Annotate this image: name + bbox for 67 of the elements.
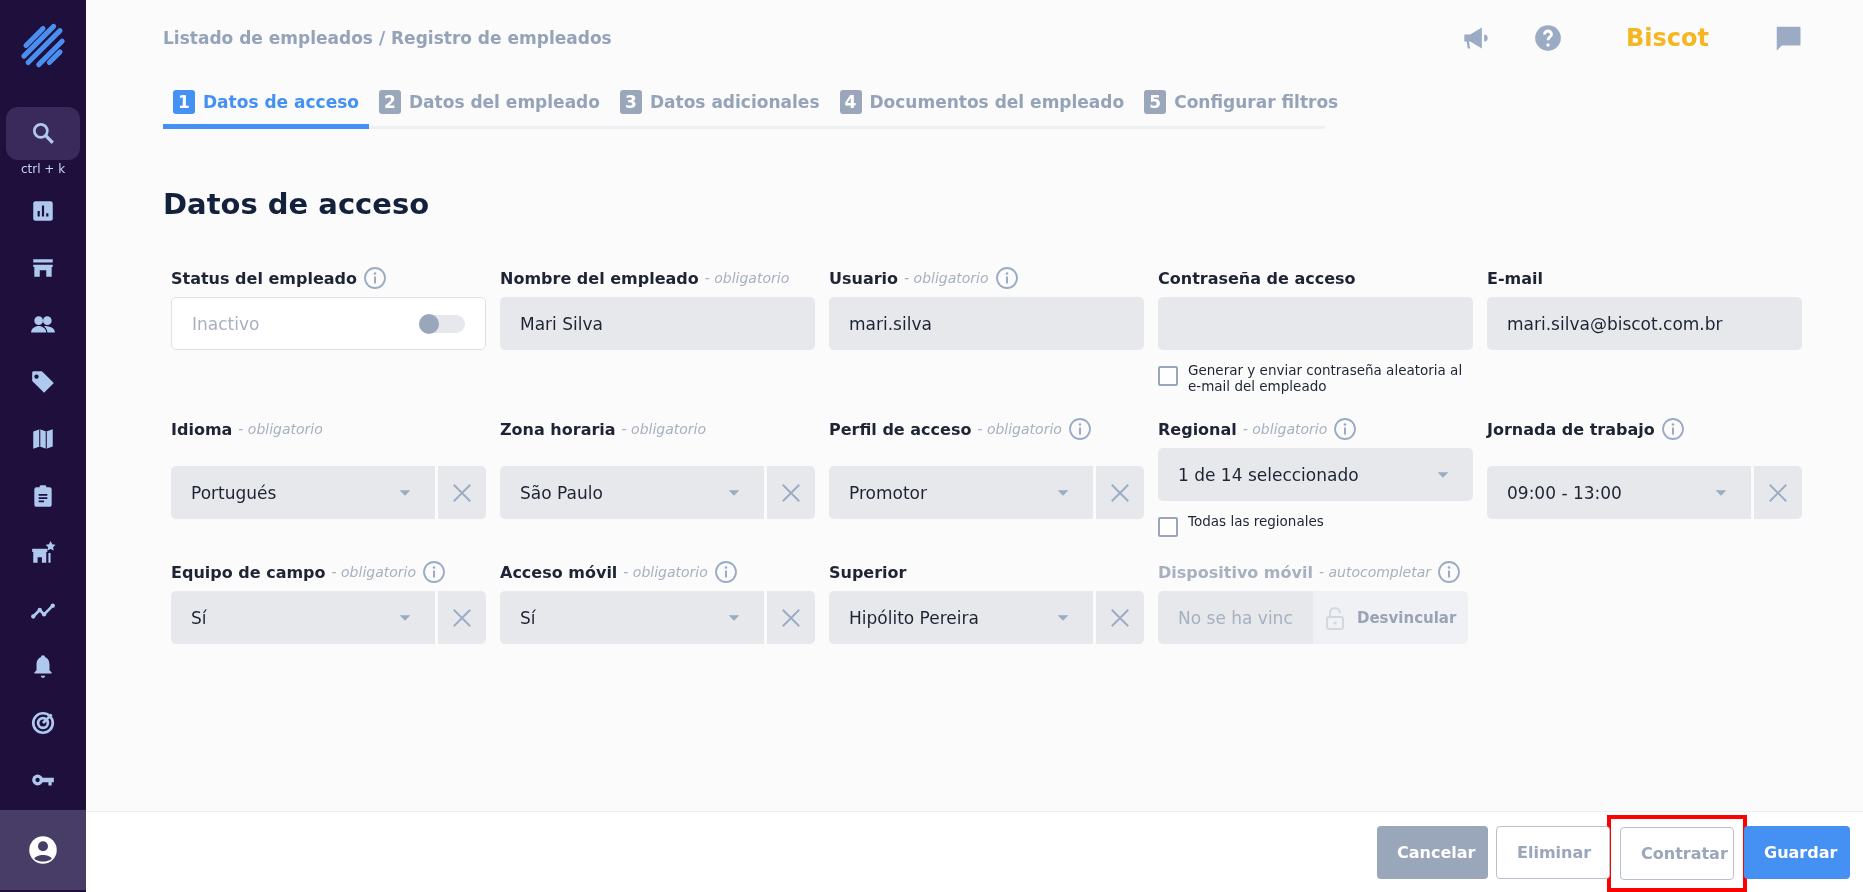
clear-button[interactable]: [1093, 466, 1144, 519]
close-icon: [451, 606, 473, 629]
text-field[interactable]: Mari Silva: [500, 297, 815, 350]
required-hint: - obligatorio: [977, 421, 1062, 437]
close-icon: [780, 606, 802, 629]
field-label: Nombre del empleado: [500, 268, 699, 288]
field-label: Superior: [829, 562, 907, 582]
close-icon: [1109, 606, 1131, 629]
clear-button[interactable]: [1093, 591, 1144, 644]
field-label: Regional: [1158, 419, 1237, 439]
dropdown-field[interactable]: Promotor: [829, 466, 1093, 519]
close-icon: [1109, 481, 1131, 504]
dropdown-field[interactable]: Portugués: [171, 466, 435, 519]
search-nav-item[interactable]: [6, 106, 80, 160]
close-icon: [451, 481, 473, 504]
field-label: Acceso móvil: [500, 562, 618, 582]
close-icon: [1767, 481, 1789, 504]
dropdown-field[interactable]: Sí: [500, 591, 764, 644]
required-hint: - obligatorio: [904, 270, 989, 286]
clear-button[interactable]: [764, 466, 815, 519]
radar-icon: [30, 710, 56, 737]
clear-button[interactable]: [435, 466, 486, 519]
dropdown-field[interactable]: São Paulo: [500, 466, 764, 519]
dropdown-field[interactable]: Hipólito Pereira: [829, 591, 1093, 644]
user-avatar-icon: [28, 834, 58, 865]
shortcut-hint: ctrl + k: [20, 161, 66, 176]
field-label: E-mail: [1487, 268, 1543, 288]
required-hint: - obligatorio: [331, 564, 416, 580]
padlock-icon: [1323, 604, 1347, 631]
field-label: Zona horaria: [500, 419, 616, 439]
clear-button[interactable]: [764, 591, 815, 644]
field-label: Contraseña de acceso: [1158, 268, 1356, 288]
checkbox[interactable]: [1158, 366, 1178, 386]
required-hint: - autocompletar: [1318, 564, 1432, 580]
toggle-switch[interactable]: [419, 314, 465, 333]
dropdown-field[interactable]: 1 de 14 seleccionado: [1158, 448, 1473, 501]
field-label: Jornada de trabajo: [1487, 419, 1655, 439]
user-avatar-nav-item[interactable]: [0, 809, 86, 891]
tag-icon: [30, 369, 56, 395]
field-label: Idioma: [171, 419, 233, 439]
store-star-icon: [30, 539, 56, 566]
field-label: Status del empleado: [171, 268, 357, 288]
text-field[interactable]: mari.silva@biscot.com.br: [1487, 297, 1802, 350]
field-label: Equipo de campo: [171, 562, 326, 582]
help-icon[interactable]: [1534, 24, 1562, 52]
required-hint: - obligatorio: [704, 270, 790, 286]
dropdown-field[interactable]: Sí: [171, 591, 435, 644]
close-icon: [780, 481, 802, 504]
status-text: Inactivo: [192, 313, 261, 334]
checkbox-label: Generar y enviar contraseña aleatoria al e-mail del empleado: [1188, 362, 1464, 394]
checkbox[interactable]: [1158, 517, 1178, 537]
field-label: Usuario: [829, 268, 899, 288]
breadcrumb: Listado de empleados / Registro de empleados: [163, 28, 613, 48]
clear-button[interactable]: [1751, 466, 1802, 519]
required-hint: - obligatorio: [621, 421, 707, 437]
field-label: Perfil de acceso: [829, 419, 972, 439]
search-icon: [30, 120, 56, 147]
text-field[interactable]: mari.silva: [829, 297, 1144, 350]
clear-button[interactable]: [435, 591, 486, 644]
required-hint: - obligatorio: [1242, 421, 1328, 437]
required-hint: - obligatorio: [623, 564, 708, 580]
brand-logo: Biscot: [1626, 24, 1709, 52]
field-label: Dispositivo móvil: [1158, 562, 1313, 582]
required-hint: - obligatorio: [238, 421, 323, 437]
dropdown-field[interactable]: 09:00 - 13:00: [1487, 466, 1751, 519]
page-heading: Datos de acceso: [163, 187, 431, 221]
checkbox-label: Todas las regionales: [1188, 513, 1324, 529]
